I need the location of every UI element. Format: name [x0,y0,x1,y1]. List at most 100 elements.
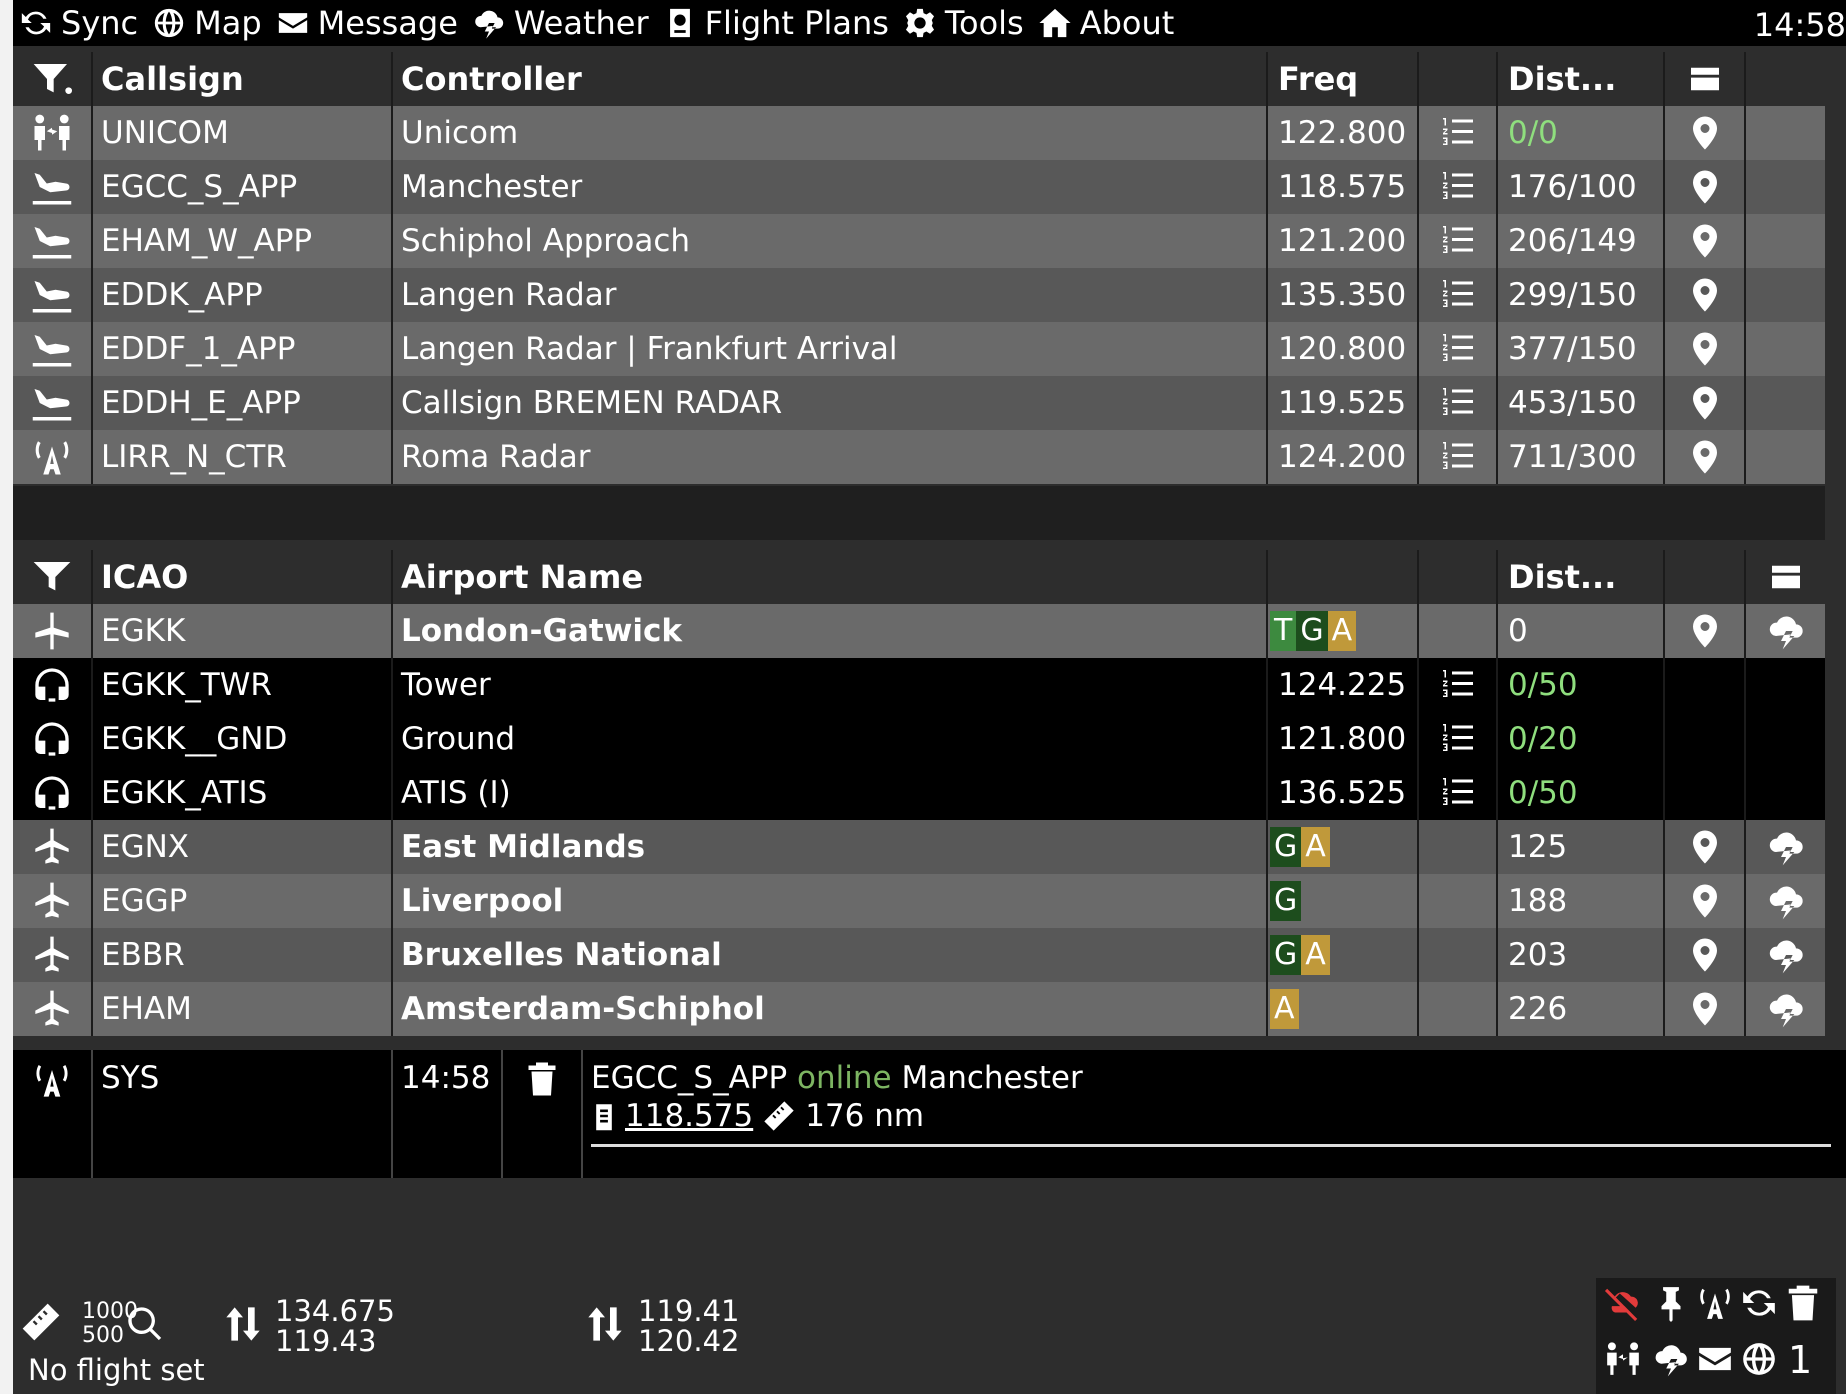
airport-weather-button[interactable] [1746,820,1825,874]
controller-callsign[interactable]: EDDF_1_APP [93,322,393,376]
airport-weather-button[interactable] [1746,604,1825,658]
controller-freq[interactable]: 120.800 [1268,322,1419,376]
controller-info-button[interactable] [1419,322,1498,376]
atc-callsign[interactable]: EGKK_ATIS [93,766,393,820]
com2-active[interactable]: 119.41 [638,1294,739,1328]
atc-info-button[interactable] [1419,658,1498,712]
column-header-dist[interactable]: Dist... [1498,550,1665,604]
airport-locate-button[interactable] [1665,982,1746,1036]
controller-locate-button[interactable] [1665,322,1746,376]
airport-row[interactable]: EGKK London-Gatwick TGA 0 [13,604,1825,658]
menu-weather[interactable]: Weather [472,4,649,42]
trash-icon[interactable] [1784,1284,1822,1322]
airport-row[interactable]: EHAM Amsterdam-Schiphol A 226 [13,982,1825,1036]
controller-info-button[interactable] [1419,376,1498,430]
airport-row[interactable]: EGGP Liverpool G 188 [13,874,1825,928]
airport-weather-button[interactable] [1746,874,1825,928]
controller-locate-button[interactable] [1665,430,1746,484]
airport-weather-button[interactable] [1746,928,1825,982]
ruler-icon[interactable] [21,1302,61,1342]
airport-atc-row[interactable]: EGKK_TWR Tower 124.225 0/50 [13,658,1825,712]
column-header-freq[interactable]: Freq [1268,52,1419,106]
column-header-dist[interactable]: Dist... [1498,52,1665,106]
com1-active[interactable]: 134.675 [275,1294,395,1328]
com2-standby[interactable]: 120.42 [638,1324,739,1358]
controller-callsign[interactable]: UNICOM [93,106,393,160]
atc-callsign[interactable]: EGKK__GND [93,712,393,766]
swap-frequency-icon[interactable] [223,1302,263,1346]
swap-frequency-icon[interactable] [585,1302,625,1346]
airport-filter-button[interactable] [13,550,93,604]
controller-freq[interactable]: 124.200 [1268,430,1419,484]
column-header-airport-name[interactable]: Airport Name [393,550,1268,604]
controller-locate-button[interactable] [1665,214,1746,268]
column-header-card[interactable] [1746,550,1825,604]
controller-row[interactable]: EDDK_APP Langen Radar 135.350 299/150 [13,268,1825,322]
airport-locate-button[interactable] [1665,604,1746,658]
controller-freq[interactable]: 121.200 [1268,214,1419,268]
controller-locate-button[interactable] [1665,106,1746,160]
airport-atc-row[interactable]: EGKK_ATIS ATIS (I) 136.525 0/50 [13,766,1825,820]
weather-icon[interactable] [1652,1340,1690,1378]
atc-freq[interactable]: 136.525 [1268,766,1419,820]
menu-sync[interactable]: Sync [19,4,138,42]
filter-button[interactable] [13,52,93,106]
airport-row[interactable]: EGNX East Midlands GA 125 [13,820,1825,874]
delete-message-button[interactable] [503,1050,583,1178]
atc-callsign[interactable]: EGKK_TWR [93,658,393,712]
controller-info-button[interactable] [1419,160,1498,214]
airport-locate-button[interactable] [1665,928,1746,982]
controller-row[interactable]: UNICOM Unicom 122.800 0/0 [13,106,1825,160]
airport-icao[interactable]: EBBR [93,928,393,982]
atc-info-button[interactable] [1419,712,1498,766]
airport-icao[interactable]: EGKK [93,604,393,658]
controller-callsign[interactable]: EDDK_APP [93,268,393,322]
column-header-controller[interactable]: Controller [393,52,1268,106]
atc-freq[interactable]: 124.225 [1268,658,1419,712]
controller-freq[interactable]: 119.525 [1268,376,1419,430]
airport-row[interactable]: EBBR Bruxelles National GA 203 [13,928,1825,982]
search-icon[interactable] [125,1304,165,1344]
column-header-callsign[interactable]: Callsign [93,52,393,106]
controller-row[interactable]: EHAM_W_APP Schiphol Approach 121.200 206… [13,214,1825,268]
controller-row[interactable]: EDDF_1_APP Langen Radar | Frankfurt Arri… [13,322,1825,376]
controller-locate-button[interactable] [1665,376,1746,430]
com1-standby[interactable]: 119.43 [275,1324,376,1358]
controller-callsign[interactable]: EGCC_S_APP [93,160,393,214]
airport-atc-row[interactable]: EGKK__GND Ground 121.800 0/20 [13,712,1825,766]
envelope-icon[interactable] [1696,1340,1734,1378]
globe-icon[interactable] [1740,1340,1778,1378]
sync-icon[interactable] [1740,1284,1778,1322]
airport-locate-button[interactable] [1665,820,1746,874]
controller-callsign[interactable]: EDDH_E_APP [93,376,393,430]
controller-freq[interactable]: 135.350 [1268,268,1419,322]
controller-info-button[interactable] [1419,106,1498,160]
controller-locate-button[interactable] [1665,268,1746,322]
controller-callsign[interactable]: EHAM_W_APP [93,214,393,268]
controller-locate-button[interactable] [1665,160,1746,214]
menu-about[interactable]: About [1038,4,1174,42]
controller-info-button[interactable] [1419,430,1498,484]
controller-row[interactable]: EGCC_S_APP Manchester 118.575 176/100 [13,160,1825,214]
atc-freq[interactable]: 121.800 [1268,712,1419,766]
menu-message[interactable]: Message [276,4,458,42]
center-antenna-icon[interactable] [1696,1284,1734,1322]
controller-info-button[interactable] [1419,214,1498,268]
no-connection-icon[interactable] [1604,1284,1642,1322]
controller-freq[interactable]: 122.800 [1268,106,1419,160]
controller-row[interactable]: EDDH_E_APP Callsign BREMEN RADAR 119.525… [13,376,1825,430]
message-callsign[interactable]: EGCC_S_APP [591,1060,787,1096]
controller-callsign[interactable]: LIRR_N_CTR [93,430,393,484]
menu-flight-plans[interactable]: Flight Plans [663,4,889,42]
airport-icao[interactable]: EGGP [93,874,393,928]
atc-info-button[interactable] [1419,766,1498,820]
airport-weather-button[interactable] [1746,982,1825,1036]
controller-freq[interactable]: 118.575 [1268,160,1419,214]
column-header-icao[interactable]: ICAO [93,550,393,604]
message-freq-link[interactable]: 118.575 [625,1098,753,1134]
pin-icon[interactable] [1652,1284,1690,1322]
controller-info-button[interactable] [1419,268,1498,322]
airport-icao[interactable]: EGNX [93,820,393,874]
airport-icao[interactable]: EHAM [93,982,393,1036]
menu-map[interactable]: Map [152,4,262,42]
